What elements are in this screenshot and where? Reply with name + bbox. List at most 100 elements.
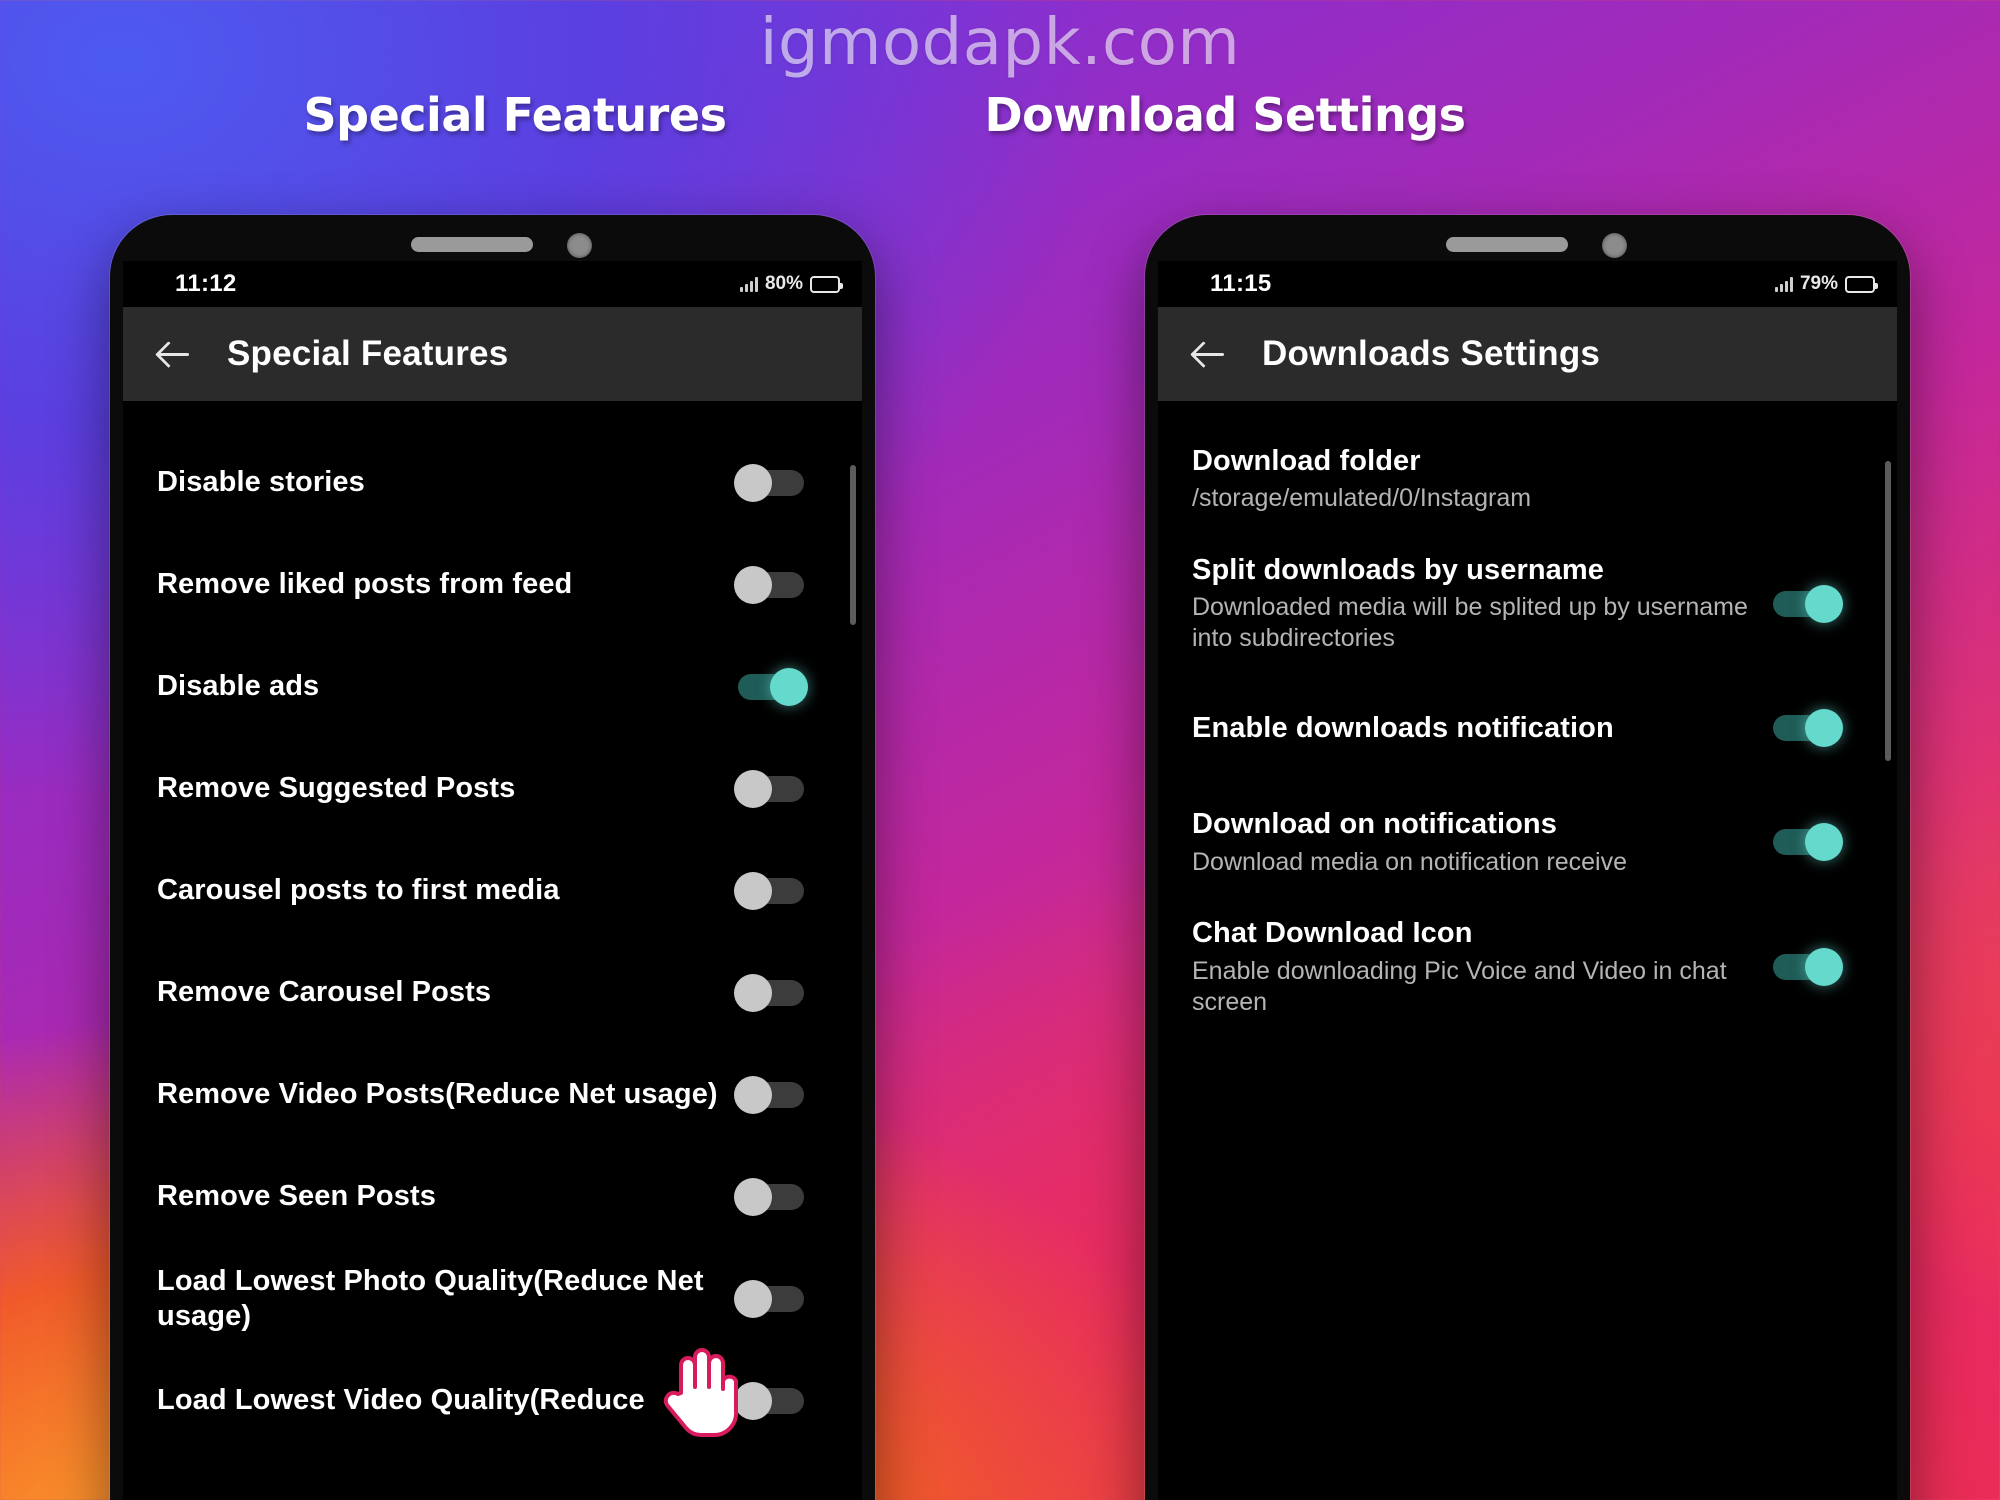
settings-row-text: Download on notifications Download media … — [1192, 807, 1773, 877]
status-bar: 11:12 80% — [123, 261, 862, 307]
toggle-knob — [734, 464, 772, 502]
settings-toggle-on[interactable] — [738, 668, 808, 706]
settings-toggle-off[interactable] — [734, 1178, 804, 1216]
settings-row[interactable]: Disable ads — [157, 647, 862, 727]
settings-row-title: Remove Suggested Posts — [157, 772, 516, 805]
toggle-knob — [734, 974, 772, 1012]
phone-front-camera — [1601, 233, 1627, 258]
scrollbar-thumb[interactable] — [850, 465, 856, 625]
section-title-download-settings: Download Settings — [984, 88, 1466, 142]
toggle-knob — [770, 668, 808, 706]
back-arrow-icon[interactable] — [157, 337, 191, 371]
settings-row-text: Remove Video Posts(Reduce Net usage) — [157, 1077, 738, 1112]
settings-row-subtitle: Downloaded media will be splited up by u… — [1192, 593, 1748, 653]
settings-toggle-on[interactable] — [1773, 584, 1843, 623]
battery-percentage-label: 79% — [1799, 273, 1838, 294]
phone-screen-right: 11:15 79% Downloads Settings Download fo… — [1158, 261, 1897, 1500]
signal-strength-icon — [739, 276, 758, 292]
settings-list-right[interactable]: Download folder/storage/emulated/0/Insta… — [1158, 439, 1897, 1500]
settings-row-text: Download folder/storage/emulated/0/Insta… — [1192, 444, 1839, 514]
settings-row-title: Split downloads by username — [1192, 554, 1604, 586]
settings-row-text: Disable ads — [157, 669, 738, 704]
battery-icon — [810, 275, 843, 293]
battery-percentage-label: 80% — [764, 273, 803, 294]
settings-row-text: Remove Carousel Posts — [157, 975, 738, 1010]
settings-toggle-on[interactable] — [1773, 709, 1843, 748]
settings-row-title: Load Lowest Photo Quality(Reduce Net usa… — [157, 1264, 704, 1332]
settings-row-text: Remove Suggested Posts — [157, 771, 738, 806]
settings-row[interactable]: Download on notifications Download media … — [1192, 802, 1897, 882]
settings-row[interactable]: Chat Download Icon Enable downloading Pic… — [1192, 916, 1897, 1017]
settings-row-text: Load Lowest Photo Quality(Reduce Net usa… — [157, 1264, 738, 1335]
settings-row-text: Enable downloads notification — [1192, 711, 1773, 746]
settings-row-title: Download on notifications — [1192, 808, 1557, 841]
settings-toggle-on[interactable] — [1773, 823, 1843, 862]
status-bar-clock: 11:12 — [175, 270, 237, 297]
section-title-special-features: Special Features — [303, 88, 727, 142]
settings-toggle-off[interactable] — [734, 974, 804, 1012]
settings-toggle-off[interactable] — [734, 1076, 804, 1114]
toggle-knob — [1805, 823, 1843, 862]
settings-row-text: Remove Seen Posts — [157, 1179, 738, 1214]
settings-row-title: Load Lowest Video Quality(Reduce — [157, 1384, 645, 1417]
settings-row-title: Disable stories — [157, 466, 365, 499]
settings-row[interactable]: Download folder/storage/emulated/0/Insta… — [1192, 439, 1897, 519]
toggle-knob — [734, 872, 772, 910]
app-bar-title: Special Features — [227, 334, 509, 373]
settings-list-left[interactable]: Disable stories Remove liked posts from f… — [123, 443, 862, 1500]
toggle-knob — [1805, 709, 1843, 748]
settings-row-text: Remove liked posts from feed — [157, 567, 738, 602]
app-bar-right: Downloads Settings — [1158, 307, 1897, 401]
settings-row[interactable]: Load Lowest Photo Quality(Reduce Net usa… — [157, 1259, 862, 1339]
toggle-knob — [734, 1280, 772, 1318]
settings-row-subtitle: /storage/emulated/0/Instagram — [1192, 484, 1532, 513]
settings-row-title: Download folder — [1192, 444, 1421, 477]
settings-row[interactable]: Remove Seen Posts — [157, 1157, 862, 1237]
settings-row[interactable]: Remove liked posts from feed — [157, 545, 862, 625]
app-bar-title: Downloads Settings — [1262, 334, 1601, 373]
toggle-knob — [734, 1076, 772, 1114]
settings-row[interactable]: Remove Carousel Posts — [157, 953, 862, 1033]
settings-row-title: Remove Seen Posts — [157, 1180, 436, 1213]
phone-earpiece-speaker — [410, 237, 533, 252]
settings-row[interactable]: Remove Video Posts(Reduce Net usage) — [157, 1055, 862, 1135]
phone-screen-left: 11:12 80% Special Features Disable stori… — [123, 261, 862, 1500]
settings-row[interactable]: Load Lowest Video Quality(Reduce — [157, 1361, 862, 1441]
settings-toggle-off[interactable] — [734, 872, 804, 910]
settings-row-text: Disable stories — [157, 465, 738, 500]
signal-strength-icon — [1774, 276, 1793, 292]
back-arrow-icon[interactable] — [1192, 337, 1226, 371]
settings-toggle-off[interactable] — [734, 566, 804, 604]
toggle-knob — [734, 566, 772, 604]
status-bar: 11:15 79% — [1158, 261, 1897, 307]
settings-row-title: Carousel posts to first media — [157, 874, 560, 907]
settings-toggle-off[interactable] — [734, 770, 804, 808]
toggle-knob — [1805, 948, 1843, 987]
phone-mockup-left: 11:12 80% Special Features Disable stori… — [110, 215, 875, 1500]
scrollbar-thumb[interactable] — [1885, 461, 1891, 761]
settings-row[interactable]: Enable downloads notification — [1192, 688, 1897, 768]
settings-row[interactable]: Disable stories — [157, 443, 862, 523]
toggle-knob — [734, 1382, 772, 1420]
settings-row[interactable]: Carousel posts to first media — [157, 851, 862, 931]
settings-toggle-on[interactable] — [1773, 948, 1843, 987]
phone-mockup-right: 11:15 79% Downloads Settings Download fo… — [1145, 215, 1910, 1500]
settings-row-text: Chat Download Icon Enable downloading Pic… — [1192, 916, 1773, 1017]
settings-row-text: Carousel posts to first media — [157, 873, 738, 908]
settings-row-subtitle: Enable downloading Pic Voice and Video i… — [1192, 956, 1727, 1016]
settings-row-title: Enable downloads notification — [1192, 711, 1614, 744]
settings-row[interactable]: Remove Suggested Posts — [157, 749, 862, 829]
toggle-knob — [1805, 584, 1843, 623]
toggle-knob — [734, 1178, 772, 1216]
phone-front-camera — [566, 233, 592, 258]
settings-row[interactable]: Split downloads by username Downloaded me… — [1192, 553, 1897, 654]
phone-earpiece-speaker — [1445, 237, 1568, 252]
settings-row-title: Remove Carousel Posts — [157, 976, 492, 1009]
site-watermark: igmodapk.com — [759, 6, 1241, 80]
settings-toggle-off[interactable] — [734, 464, 804, 502]
settings-toggle-off[interactable] — [734, 1280, 804, 1318]
app-bar-left: Special Features — [123, 307, 862, 401]
settings-row-text: Load Lowest Video Quality(Reduce — [157, 1383, 738, 1418]
settings-row-text: Split downloads by username Downloaded me… — [1192, 553, 1773, 654]
settings-toggle-off[interactable] — [734, 1382, 804, 1420]
